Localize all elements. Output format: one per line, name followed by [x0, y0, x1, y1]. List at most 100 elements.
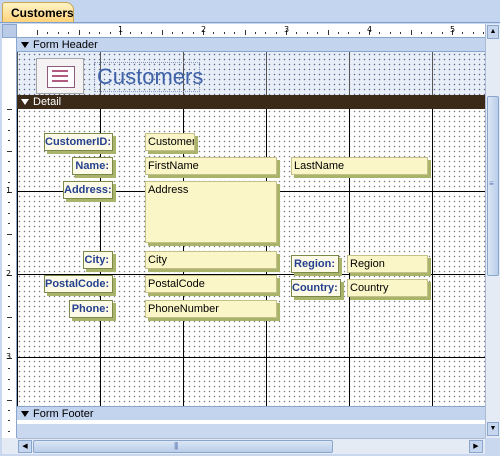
ruler-tick [213, 32, 215, 34]
ruler-tick [78, 30, 80, 35]
form-footer-bar[interactable]: Form Footer [17, 406, 485, 420]
label-phone[interactable]: Phone: [69, 300, 113, 318]
ruler-tick [8, 129, 10, 131]
grip-icon: ≡ [489, 179, 494, 188]
label-address[interactable]: Address: [63, 181, 113, 199]
ruler-tick [99, 32, 101, 34]
ruler-tick [57, 32, 59, 34]
ruler-number: 1 [6, 186, 12, 195]
section-label: Detail [33, 96, 62, 108]
ruler-tick [8, 140, 10, 142]
ruler-tick [223, 32, 225, 34]
resize-corner [485, 438, 500, 456]
ruler-tick [348, 32, 350, 34]
ruler-number: 4 [367, 25, 373, 34]
horizontal-scrollbar[interactable]: ◀ ||| ▶ [17, 438, 485, 454]
ruler-tick [7, 233, 12, 235]
ruler-tick [8, 430, 10, 432]
horizontal-scroll-thumb[interactable]: ||| [33, 440, 333, 453]
scroll-left-arrow-icon[interactable]: ◀ [18, 440, 32, 453]
form-header-bar[interactable]: Form Header [17, 38, 485, 52]
scroll-down-arrow-icon[interactable]: ▼ [487, 422, 499, 436]
ruler-tick [8, 254, 10, 256]
ruler-tick [8, 306, 10, 308]
ruler-tick [8, 378, 10, 380]
detail-bar[interactable]: Detail [17, 95, 485, 109]
ruler-tick [8, 409, 10, 411]
ruler-tick [306, 32, 308, 34]
ruler-tick [327, 30, 329, 35]
field-postal-code[interactable]: PostalCode [145, 275, 277, 293]
ruler-tick [8, 243, 10, 245]
ruler-tick [431, 32, 433, 34]
ruler-tick [317, 32, 319, 34]
ruler-tick [151, 32, 153, 34]
field-city[interactable]: City [145, 251, 277, 269]
vertical-scrollbar[interactable]: ▲ ≡ ▼ [485, 24, 500, 438]
scroll-right-arrow-icon[interactable]: ▶ [469, 440, 483, 453]
label-region[interactable]: Region: [291, 255, 339, 273]
scroll-up-arrow-icon[interactable]: ▲ [487, 25, 499, 39]
ruler-tick [7, 399, 12, 401]
ruler-tick [37, 30, 38, 35]
ruler-tick [244, 30, 246, 35]
form-logo-icon[interactable] [36, 58, 84, 94]
field-last-name[interactable]: LastName [291, 157, 428, 175]
form-header-section[interactable] [17, 52, 485, 95]
form-footer-section[interactable] [17, 420, 485, 424]
ruler-tick [400, 32, 402, 34]
vertical-ruler: 1 2 3 [2, 38, 17, 438]
ruler-number: 5 [450, 25, 456, 34]
ruler-tick [441, 32, 443, 34]
ruler-tick [379, 32, 381, 34]
ruler-tick [8, 368, 10, 370]
ruler-number: 3 [284, 25, 290, 34]
ruler-tick [171, 32, 173, 34]
label-city[interactable]: City: [83, 251, 113, 269]
field-country[interactable]: Country [347, 279, 428, 297]
ruler-tick [8, 223, 10, 225]
label-name[interactable]: Name: [72, 157, 113, 175]
collapse-arrow-icon [21, 99, 29, 106]
ruler-tick [182, 32, 184, 34]
ruler-tick [8, 285, 10, 287]
ruler-tick [109, 32, 111, 34]
ruler-tick [140, 32, 142, 34]
ruler-tick [8, 295, 10, 297]
ruler-number: 2 [6, 269, 12, 278]
form-title-label[interactable]: Customers [94, 62, 203, 92]
collapse-arrow-icon [21, 42, 29, 49]
ruler-tick [275, 32, 277, 34]
ruler-tick [462, 32, 464, 34]
label-country[interactable]: Country: [291, 279, 341, 297]
ruler-tick [420, 32, 422, 34]
ruler-number: 1 [118, 25, 124, 34]
section-label: Form Header [33, 39, 98, 51]
ruler-tick [337, 32, 339, 34]
field-first-name[interactable]: FirstName [145, 157, 277, 175]
section-label: Form Footer [33, 408, 94, 420]
ruler-tick [47, 32, 49, 34]
ruler-tick [234, 32, 236, 34]
ruler-tick [8, 347, 10, 349]
field-region[interactable]: Region [347, 255, 428, 273]
ruler-tick [483, 32, 485, 34]
grip-icon: ||| [174, 441, 178, 450]
ruler-number: 2 [201, 25, 207, 34]
label-customer-id[interactable]: CustomerID: [44, 133, 113, 151]
ruler-tick [410, 30, 412, 35]
field-phone[interactable]: PhoneNumber [145, 300, 277, 318]
label-postal-code[interactable]: PostalCode: [44, 275, 113, 293]
ruler-number: 3 [6, 352, 12, 361]
vertical-scroll-thumb[interactable]: ≡ [487, 96, 499, 276]
ruler-tick [8, 212, 10, 214]
tab-customers[interactable]: Customers [2, 2, 74, 22]
field-address[interactable]: Address [145, 181, 277, 243]
form-selector[interactable] [2, 24, 17, 38]
ruler-tick [8, 119, 10, 121]
ruler-tick [358, 32, 360, 34]
ruler-tick [389, 32, 391, 34]
ruler-tick [8, 420, 10, 422]
ruler-tick [254, 32, 256, 34]
field-customer-id[interactable]: CustomerID [145, 133, 195, 151]
